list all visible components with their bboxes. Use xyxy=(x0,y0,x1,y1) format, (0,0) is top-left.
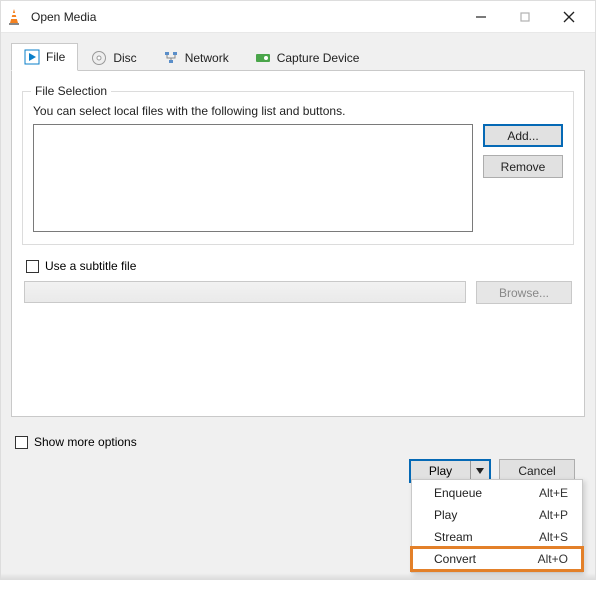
close-button[interactable] xyxy=(547,2,591,32)
play-dropdown-arrow[interactable] xyxy=(471,461,489,481)
menu-item-shortcut: Alt+P xyxy=(539,508,568,522)
capture-device-icon xyxy=(255,50,271,66)
play-button-label: Play xyxy=(411,461,471,481)
vlc-cone-icon xyxy=(5,8,23,26)
window-title: Open Media xyxy=(31,10,459,24)
browse-subtitle-label: Browse... xyxy=(499,286,549,300)
menu-item-label: Convert xyxy=(434,552,476,566)
play-dropdown-menu: Enqueue Alt+E Play Alt+P Stream Alt+S Co… xyxy=(411,479,583,573)
use-subtitle-label: Use a subtitle file xyxy=(45,259,136,273)
browse-subtitle-button[interactable]: Browse... xyxy=(476,281,572,304)
tab-label: Capture Device xyxy=(277,51,360,65)
show-more-options-checkbox[interactable] xyxy=(15,436,28,449)
file-selection-group: File Selection You can select local file… xyxy=(22,91,574,245)
network-icon xyxy=(163,50,179,66)
tab-label: Network xyxy=(185,51,229,65)
bottom-shadow xyxy=(1,573,595,579)
cancel-button-label: Cancel xyxy=(518,464,555,478)
show-more-options-row: Show more options xyxy=(15,435,585,449)
menu-item-shortcut: Alt+O xyxy=(538,552,568,566)
menu-item-label: Enqueue xyxy=(434,486,482,500)
tab-disc[interactable]: Disc xyxy=(78,43,149,71)
dialog-content: File Disc Network Capture Device xyxy=(1,33,595,483)
menu-item-play[interactable]: Play Alt+P xyxy=(412,504,582,526)
titlebar: Open Media xyxy=(1,1,595,33)
menu-item-stream[interactable]: Stream Alt+S xyxy=(412,526,582,548)
file-list[interactable] xyxy=(33,124,473,232)
add-button-label: Add... xyxy=(507,129,538,143)
maximize-button[interactable] xyxy=(503,2,547,32)
tab-capture-device[interactable]: Capture Device xyxy=(242,43,373,71)
tabbar: File Disc Network Capture Device xyxy=(11,43,585,71)
file-play-icon xyxy=(24,49,40,65)
file-selection-legend: File Selection xyxy=(31,84,111,98)
menu-item-label: Stream xyxy=(434,530,473,544)
menu-item-shortcut: Alt+E xyxy=(539,486,568,500)
menu-item-enqueue[interactable]: Enqueue Alt+E xyxy=(412,482,582,504)
tab-label: Disc xyxy=(113,51,136,65)
menu-item-convert[interactable]: Convert Alt+O xyxy=(412,548,582,570)
use-subtitle-checkbox[interactable] xyxy=(26,260,39,273)
use-subtitle-row: Use a subtitle file xyxy=(26,259,574,273)
tab-file[interactable]: File xyxy=(11,43,78,71)
minimize-button[interactable] xyxy=(459,2,503,32)
show-more-options-label: Show more options xyxy=(34,435,137,449)
file-panel: File Selection You can select local file… xyxy=(11,71,585,417)
tab-label: File xyxy=(46,50,65,64)
remove-button-label: Remove xyxy=(501,160,546,174)
remove-button[interactable]: Remove xyxy=(483,155,563,178)
open-media-window: Open Media File xyxy=(0,0,596,580)
menu-item-label: Play xyxy=(434,508,457,522)
window-controls xyxy=(459,2,591,32)
subtitle-path-input[interactable] xyxy=(24,281,466,303)
add-button[interactable]: Add... xyxy=(483,124,563,147)
dialog-buttons: Play Cancel xyxy=(11,449,585,483)
tab-network[interactable]: Network xyxy=(150,43,242,71)
disc-icon xyxy=(91,50,107,66)
file-selection-description: You can select local files with the foll… xyxy=(33,104,563,118)
menu-item-shortcut: Alt+S xyxy=(539,530,568,544)
